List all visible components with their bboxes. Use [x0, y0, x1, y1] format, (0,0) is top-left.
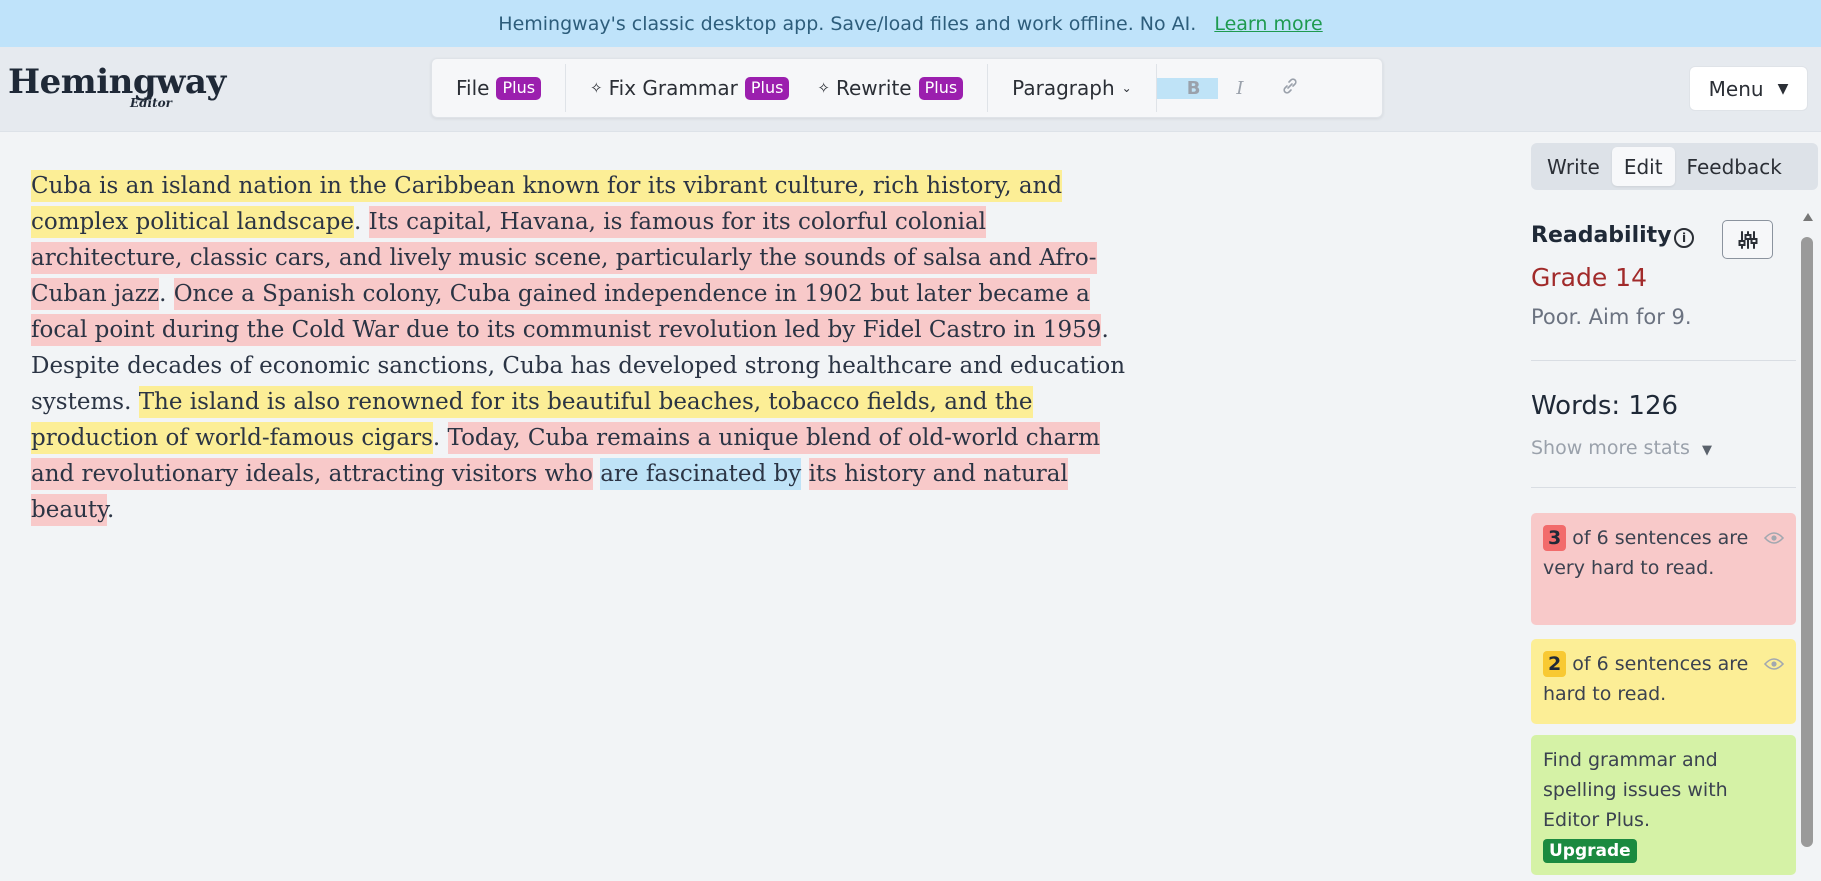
divider [1531, 360, 1796, 361]
tab-edit[interactable]: Edit [1611, 147, 1675, 186]
grammar-upsell-card: Find grammar and spelling issues with Ed… [1531, 735, 1796, 875]
divider [1531, 487, 1796, 488]
logo-sub: Editor [130, 96, 172, 110]
rewrite-label: Rewrite [836, 76, 912, 100]
hard-sentences-card: 2 of 6 sentences are hard to read. [1531, 639, 1796, 724]
caret-down-icon: ▼ [1777, 80, 1789, 97]
learn-more-link[interactable]: Learn more [1214, 13, 1322, 35]
readability-settings-button[interactable] [1722, 220, 1773, 259]
grade-level: Grade 14 [1531, 263, 1647, 292]
grade-aim: Poor. Aim for 9. [1531, 305, 1692, 329]
fix-grammar-button[interactable]: ✧ Fix Grammar Plus [566, 59, 813, 117]
link-icon [1282, 77, 1297, 94]
eye-icon[interactable] [1763, 651, 1785, 681]
info-icon[interactable]: i [1674, 228, 1694, 248]
file-label: File [456, 76, 490, 100]
bold-button[interactable]: B [1156, 77, 1219, 99]
rewrite-button[interactable]: ✧ Rewrite Plus [813, 59, 987, 117]
mode-tabs: Write Edit Feedback [1531, 143, 1818, 190]
link-button[interactable] [1262, 76, 1318, 101]
word-count: Words: 126 [1531, 391, 1679, 421]
paragraph-label: Paragraph [1012, 76, 1115, 100]
plus-badge: Plus [744, 76, 790, 100]
very-hard-sentences-card: 3 of 6 sentences are very hard to read. [1531, 513, 1796, 625]
plain-text: . [432, 425, 448, 451]
sliders-icon [1738, 230, 1757, 249]
promo-banner: Hemingway's classic desktop app. Save/lo… [0, 0, 1821, 47]
grammar-upsell-text: Find grammar and spelling issues with Ed… [1543, 749, 1728, 831]
upgrade-button[interactable]: Upgrade [1543, 839, 1637, 863]
very-hard-text: of 6 sentences are very hard to read. [1543, 527, 1749, 579]
scroll-up-arrow-icon[interactable] [1803, 213, 1813, 221]
menu-label: Menu [1708, 76, 1764, 101]
sparkle-icon: ✧ [817, 79, 830, 97]
plus-badge: Plus [496, 76, 542, 100]
tab-write[interactable]: Write [1535, 147, 1612, 186]
show-more-label: Show more stats [1531, 437, 1690, 459]
fix-grammar-label: Fix Grammar [608, 76, 738, 100]
plain-text: . [159, 281, 174, 307]
paragraph-dropdown[interactable]: Paragraph ⌄ [988, 59, 1156, 117]
hard-text: of 6 sentences are hard to read. [1543, 653, 1749, 705]
scrollbar-thumb[interactable] [1801, 237, 1813, 847]
chevron-down-icon: ⌄ [1121, 81, 1132, 95]
plain-text: . [354, 209, 369, 235]
logo[interactable]: Hemingway Editor [8, 62, 226, 110]
logo-main: Hemingway [8, 62, 226, 102]
tab-feedback[interactable]: Feedback [1675, 147, 1794, 186]
caret-down-icon: ▼ [1701, 443, 1712, 458]
editor-toolbar: File Plus ✧ Fix Grammar Plus ✧ Rewrite P… [431, 58, 1383, 118]
banner-text: Hemingway's classic desktop app. Save/lo… [498, 12, 1197, 35]
plain-text: . [107, 497, 115, 523]
passive-voice-phrase: are fascinated by [600, 458, 802, 490]
very-hard-count: 3 [1543, 525, 1567, 551]
sparkle-icon: ✧ [590, 79, 603, 97]
show-more-stats-button[interactable]: Show more stats ▼ [1531, 437, 1712, 459]
editor-text-area[interactable]: Cuba is an island nation in the Caribbea… [31, 168, 1141, 528]
italic-button[interactable]: I [1218, 78, 1261, 99]
menu-button[interactable]: Menu ▼ [1689, 66, 1808, 111]
very-hard-sentence: Once a Spanish colony, Cuba gained indep… [31, 278, 1102, 346]
hard-count: 2 [1543, 651, 1567, 677]
file-button[interactable]: File Plus [432, 59, 565, 117]
sidebar-scrollbar[interactable] [1800, 205, 1815, 881]
plus-badge: Plus [918, 76, 964, 100]
plain-text [801, 458, 808, 490]
eye-icon[interactable] [1763, 525, 1785, 555]
readability-title: Readability [1531, 223, 1672, 248]
